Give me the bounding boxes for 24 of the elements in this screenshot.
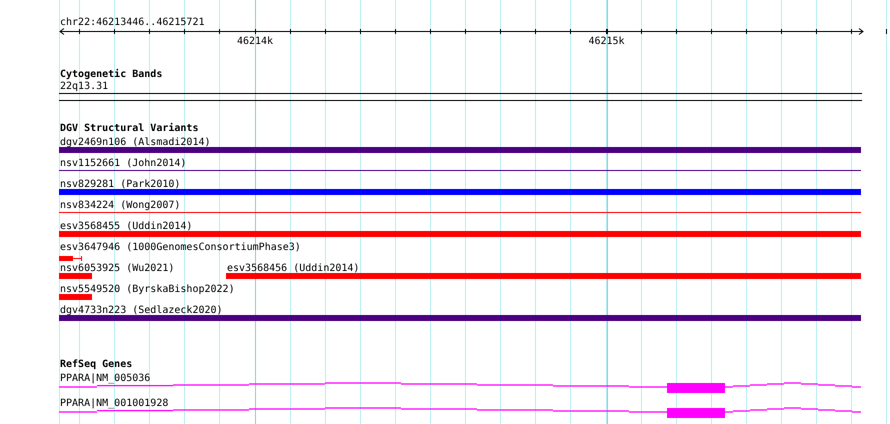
ruler-label: 46215k [588,36,625,47]
variant-label[interactable]: nsv6053925 (Wu2021) [60,263,174,274]
variant-label[interactable]: nsv829281 (Park2010) [60,179,180,190]
variant-bar[interactable] [59,256,82,261]
location-text: chr22:46213446..46215721 [60,17,204,28]
variant-label[interactable]: esv3568456 (Uddin2014) [227,263,360,274]
variant-label[interactable]: nsv5549520 (ByrskaBishop2022) [60,284,235,295]
ruler-label: 46214k [236,36,274,47]
variant-label[interactable]: esv3647946 (1000GenomesConsortiumPhase3) [60,242,301,253]
variant-label[interactable]: esv3568455 (Uddin2014) [60,221,192,232]
gene-label[interactable]: PPARA|NM_001001928 [60,398,168,409]
track-title: Cytogenetic Bands [60,69,162,80]
track-title: RefSeq Genes [60,359,132,370]
track-title: DGV Structural Variants [60,123,198,134]
variant-label[interactable]: nsv834224 (Wong2007) [60,200,180,211]
gene-label[interactable]: PPARA|NM_005036 [60,373,150,384]
band-label: 22q13.31 [60,81,108,92]
variant-line[interactable] [59,212,861,213]
variant-label[interactable]: nsv1152661 (John2014) [60,158,186,169]
gene-model-drawing[interactable] [58,407,862,418]
gene-model-drawing[interactable] [58,382,862,393]
variant-line[interactable] [59,170,861,171]
variant-label[interactable]: dgv2469n106 (Alsmadi2014) [60,137,211,148]
variant-label[interactable]: dgv4733n223 (Sedlazeck2020) [60,305,223,316]
